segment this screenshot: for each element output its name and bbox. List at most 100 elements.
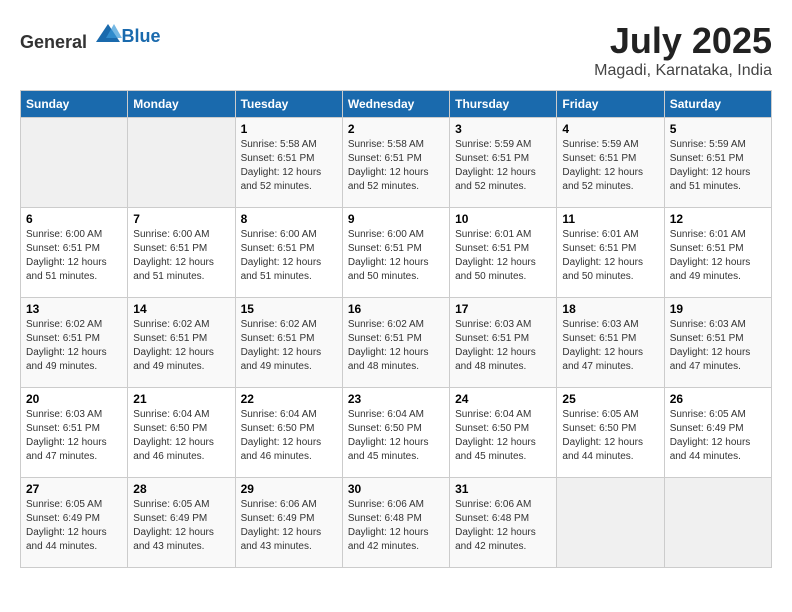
day-number: 24: [455, 392, 551, 406]
day-info: Sunrise: 6:00 AMSunset: 6:51 PMDaylight:…: [348, 228, 444, 284]
logo-general: General: [20, 32, 87, 52]
day-info: Sunrise: 6:03 AMSunset: 6:51 PMDaylight:…: [562, 318, 658, 374]
calendar-day-cell: 30Sunrise: 6:06 AMSunset: 6:48 PMDayligh…: [342, 478, 449, 568]
title-block: July 2025 Magadi, Karnataka, India: [594, 20, 772, 80]
day-info: Sunrise: 6:04 AMSunset: 6:50 PMDaylight:…: [241, 408, 337, 464]
calendar-day-cell: 29Sunrise: 6:06 AMSunset: 6:49 PMDayligh…: [235, 478, 342, 568]
day-number: 8: [241, 212, 337, 226]
calendar-day-cell: 22 Sunrise: 6:04 AMSunset: 6:50 PMDayligh…: [235, 388, 342, 478]
day-number: 23: [348, 392, 444, 406]
day-number: 7: [133, 212, 229, 226]
page-header: General Blue July 2025 Magadi, Karnataka…: [20, 20, 772, 80]
calendar-day-cell: 28 Sunrise: 6:05 AMSunset: 6:49 PMDayligh…: [128, 478, 235, 568]
calendar-day-cell: 9 Sunrise: 6:00 AMSunset: 6:51 PMDaylight…: [342, 208, 449, 298]
day-info: Sunrise: 5:59 AMSunset: 6:51 PMDaylight:…: [670, 138, 766, 194]
calendar-day-cell: 15 Sunrise: 6:02 AMSunset: 6:51 PMDayligh…: [235, 298, 342, 388]
day-number: 9: [348, 212, 444, 226]
calendar-day-cell: 17Sunrise: 6:03 AMSunset: 6:51 PMDayligh…: [450, 298, 557, 388]
calendar-day-cell: [21, 118, 128, 208]
calendar-day-cell: 1Sunrise: 5:58 AMSunset: 6:51 PMDaylight…: [235, 118, 342, 208]
day-info: Sunrise: 6:00 AMSunset: 6:51 PMDaylight:…: [26, 228, 122, 284]
calendar-day-cell: 21Sunrise: 6:04 AMSunset: 6:50 PMDayligh…: [128, 388, 235, 478]
location-subtitle: Magadi, Karnataka, India: [594, 62, 772, 80]
logo-blue: Blue: [122, 26, 161, 46]
calendar-day-cell: 31Sunrise: 6:06 AMSunset: 6:48 PMDayligh…: [450, 478, 557, 568]
calendar-day-cell: 13Sunrise: 6:02 AMSunset: 6:51 PMDayligh…: [21, 298, 128, 388]
day-number: 22: [241, 392, 337, 406]
day-info: Sunrise: 6:01 AMSunset: 6:51 PMDaylight:…: [562, 228, 658, 284]
calendar-day-cell: 16Sunrise: 6:02 AMSunset: 6:51 PMDayligh…: [342, 298, 449, 388]
day-info: Sunrise: 6:01 AMSunset: 6:51 PMDaylight:…: [670, 228, 766, 284]
weekday-header: Sunday: [21, 91, 128, 118]
day-number: 29: [241, 482, 337, 496]
day-number: 18: [562, 302, 658, 316]
calendar-day-cell: 7 Sunrise: 6:00 AMSunset: 6:51 PMDaylight…: [128, 208, 235, 298]
logo-icon: [94, 20, 122, 48]
calendar-header-row: SundayMondayTuesdayWednesdayThursdayFrid…: [21, 91, 772, 118]
day-number: 4: [562, 122, 658, 136]
day-info: Sunrise: 6:04 AMSunset: 6:50 PMDaylight:…: [455, 408, 551, 464]
calendar-week-row: 13Sunrise: 6:02 AMSunset: 6:51 PMDayligh…: [21, 298, 772, 388]
day-info: Sunrise: 6:01 AMSunset: 6:51 PMDaylight:…: [455, 228, 551, 284]
day-number: 21: [133, 392, 229, 406]
day-number: 16: [348, 302, 444, 316]
calendar-day-cell: 6 Sunrise: 6:00 AMSunset: 6:51 PMDaylight…: [21, 208, 128, 298]
calendar-day-cell: 3Sunrise: 5:59 AMSunset: 6:51 PMDaylight…: [450, 118, 557, 208]
calendar-day-cell: 4Sunrise: 5:59 AMSunset: 6:51 PMDaylight…: [557, 118, 664, 208]
calendar-day-cell: [557, 478, 664, 568]
weekday-header: Friday: [557, 91, 664, 118]
calendar-day-cell: 5 Sunrise: 5:59 AMSunset: 6:51 PMDaylight…: [664, 118, 771, 208]
weekday-header: Saturday: [664, 91, 771, 118]
calendar-day-cell: 10Sunrise: 6:01 AMSunset: 6:51 PMDayligh…: [450, 208, 557, 298]
day-info: Sunrise: 6:05 AMSunset: 6:49 PMDaylight:…: [133, 498, 229, 554]
day-info: Sunrise: 6:03 AMSunset: 6:51 PMDaylight:…: [455, 318, 551, 374]
day-info: Sunrise: 6:02 AMSunset: 6:51 PMDaylight:…: [26, 318, 122, 374]
day-number: 5: [670, 122, 766, 136]
day-number: 25: [562, 392, 658, 406]
calendar-week-row: 20Sunrise: 6:03 AMSunset: 6:51 PMDayligh…: [21, 388, 772, 478]
day-number: 26: [670, 392, 766, 406]
day-info: Sunrise: 6:00 AMSunset: 6:51 PMDaylight:…: [241, 228, 337, 284]
calendar-table: SundayMondayTuesdayWednesdayThursdayFrid…: [20, 90, 772, 568]
day-number: 20: [26, 392, 122, 406]
day-number: 14: [133, 302, 229, 316]
day-info: Sunrise: 5:59 AMSunset: 6:51 PMDaylight:…: [455, 138, 551, 194]
day-info: Sunrise: 6:02 AMSunset: 6:51 PMDaylight:…: [241, 318, 337, 374]
weekday-header: Tuesday: [235, 91, 342, 118]
calendar-week-row: 6 Sunrise: 6:00 AMSunset: 6:51 PMDaylight…: [21, 208, 772, 298]
calendar-week-row: 1Sunrise: 5:58 AMSunset: 6:51 PMDaylight…: [21, 118, 772, 208]
calendar-day-cell: 27Sunrise: 6:05 AMSunset: 6:49 PMDayligh…: [21, 478, 128, 568]
day-number: 28: [133, 482, 229, 496]
calendar-day-cell: 14 Sunrise: 6:02 AMSunset: 6:51 PMDayligh…: [128, 298, 235, 388]
calendar-day-cell: 25 Sunrise: 6:05 AMSunset: 6:50 PMDayligh…: [557, 388, 664, 478]
day-info: Sunrise: 6:00 AMSunset: 6:51 PMDaylight:…: [133, 228, 229, 284]
calendar-day-cell: 18 Sunrise: 6:03 AMSunset: 6:51 PMDayligh…: [557, 298, 664, 388]
day-info: Sunrise: 6:06 AMSunset: 6:48 PMDaylight:…: [455, 498, 551, 554]
logo: General Blue: [20, 20, 161, 53]
day-info: Sunrise: 6:05 AMSunset: 6:49 PMDaylight:…: [670, 408, 766, 464]
day-number: 19: [670, 302, 766, 316]
day-number: 2: [348, 122, 444, 136]
day-info: Sunrise: 6:03 AMSunset: 6:51 PMDaylight:…: [670, 318, 766, 374]
calendar-day-cell: 19 Sunrise: 6:03 AMSunset: 6:51 PMDayligh…: [664, 298, 771, 388]
day-number: 15: [241, 302, 337, 316]
calendar-day-cell: 23 Sunrise: 6:04 AMSunset: 6:50 PMDayligh…: [342, 388, 449, 478]
day-number: 11: [562, 212, 658, 226]
calendar-day-cell: 24 Sunrise: 6:04 AMSunset: 6:50 PMDayligh…: [450, 388, 557, 478]
day-info: Sunrise: 5:58 AMSunset: 6:51 PMDaylight:…: [241, 138, 337, 194]
day-number: 27: [26, 482, 122, 496]
day-number: 6: [26, 212, 122, 226]
calendar-day-cell: 11 Sunrise: 6:01 AMSunset: 6:51 PMDayligh…: [557, 208, 664, 298]
weekday-header: Monday: [128, 91, 235, 118]
weekday-header: Wednesday: [342, 91, 449, 118]
calendar-day-cell: 20Sunrise: 6:03 AMSunset: 6:51 PMDayligh…: [21, 388, 128, 478]
day-number: 12: [670, 212, 766, 226]
calendar-day-cell: [128, 118, 235, 208]
day-info: Sunrise: 6:04 AMSunset: 6:50 PMDaylight:…: [348, 408, 444, 464]
calendar-day-cell: 8 Sunrise: 6:00 AMSunset: 6:51 PMDaylight…: [235, 208, 342, 298]
calendar-day-cell: 2 Sunrise: 5:58 AMSunset: 6:51 PMDaylight…: [342, 118, 449, 208]
day-info: Sunrise: 5:58 AMSunset: 6:51 PMDaylight:…: [348, 138, 444, 194]
day-number: 30: [348, 482, 444, 496]
day-info: Sunrise: 6:05 AMSunset: 6:50 PMDaylight:…: [562, 408, 658, 464]
day-info: Sunrise: 6:02 AMSunset: 6:51 PMDaylight:…: [133, 318, 229, 374]
